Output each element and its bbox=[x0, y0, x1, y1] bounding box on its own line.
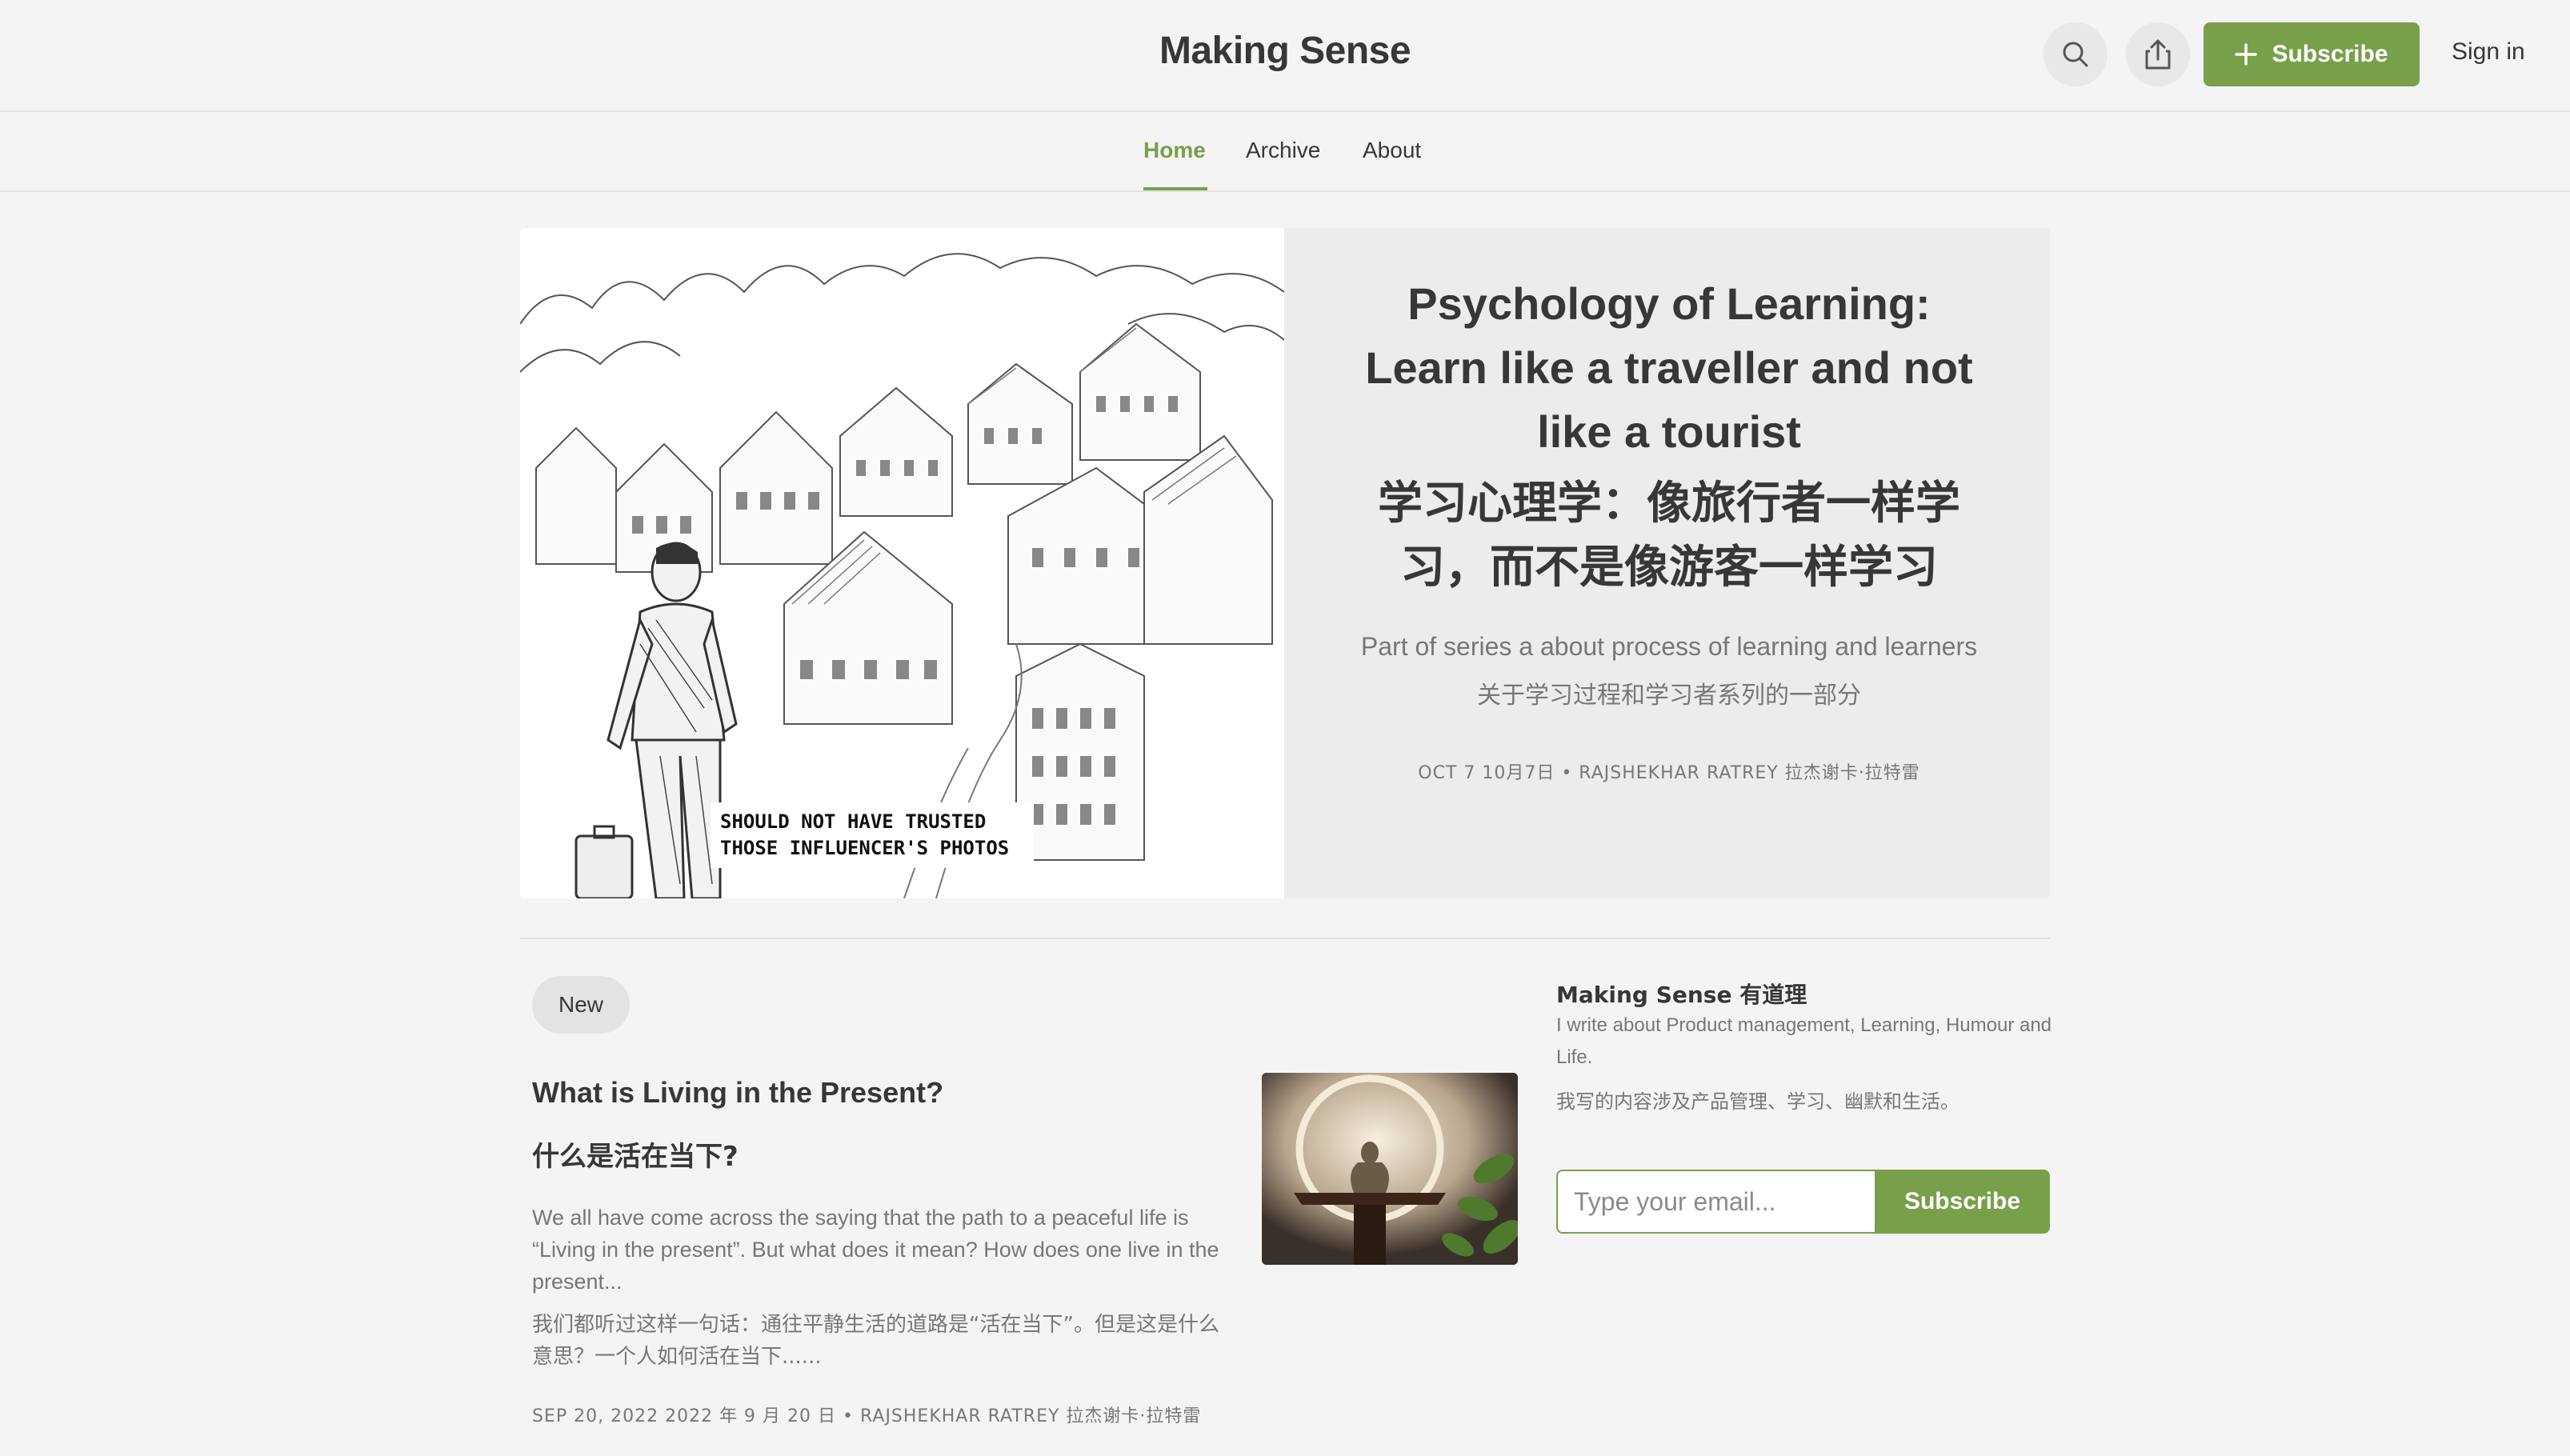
featured-post-subtitle: Part of series a about process of learni… bbox=[1360, 632, 1978, 661]
tab-archive[interactable]: Archive bbox=[1246, 138, 1320, 163]
search-button[interactable] bbox=[2044, 22, 2108, 86]
sidebar-subscribe-button[interactable]: Subscribe bbox=[1875, 1170, 2050, 1234]
post-title-zh[interactable]: 什么是活在当下? bbox=[532, 1134, 739, 1174]
share-button[interactable] bbox=[2126, 22, 2190, 86]
hero-caption-line-2: THOSE INFLUENCER'S PHOTOS bbox=[720, 837, 1010, 859]
hero-caption-line-1: SHOULD NOT HAVE TRUSTED bbox=[720, 810, 987, 833]
search-icon bbox=[2063, 42, 2088, 67]
active-tab-indicator bbox=[1143, 187, 1207, 190]
new-filter-pill[interactable]: New bbox=[532, 976, 630, 1034]
featured-post-title[interactable]: Psychology of Learning: Learn like a tra… bbox=[1341, 272, 1997, 464]
tab-home[interactable]: Home bbox=[1143, 138, 1206, 163]
top-bar: Making Sense Subscribe Sign in bbox=[0, 0, 2570, 112]
share-icon bbox=[2145, 39, 2171, 70]
featured-post-text: Psychology of Learning: Learn like a tra… bbox=[1288, 272, 2050, 784]
featured-post[interactable]: SHOULD NOT HAVE TRUSTED THOSE INFLUENCER… bbox=[520, 228, 2050, 898]
tab-about[interactable]: About bbox=[1363, 138, 1421, 163]
post-title[interactable]: What is Living in the Present? bbox=[532, 1076, 943, 1110]
publication-description: I write about Product management, Learni… bbox=[1556, 1014, 2052, 1068]
nav-bar: Home Archive About bbox=[0, 112, 2570, 192]
subscribe-button[interactable]: Subscribe bbox=[2204, 22, 2420, 86]
buddha-lamp-image bbox=[1262, 1073, 1518, 1265]
publication-title: Making Sense 有道理 bbox=[1556, 982, 1807, 1008]
subscribe-button-label: Subscribe bbox=[2272, 41, 2388, 67]
post-excerpt: We all have come across the saying that … bbox=[532, 1206, 1219, 1294]
plus-icon bbox=[2235, 43, 2258, 66]
email-input[interactable] bbox=[1556, 1170, 1875, 1234]
hero-image-caption: SHOULD NOT HAVE TRUSTED THOSE INFLUENCER… bbox=[711, 802, 1034, 868]
post-meta: SEP 20, 2022 2022 年 9 月 20 日 • RAJSHEKHA… bbox=[532, 1406, 1202, 1426]
featured-post-meta: OCT 7 10月7日 • RAJSHEKHAR RATREY 拉杰谢卡·拉特雷 bbox=[1418, 763, 1920, 783]
section-divider bbox=[520, 938, 2050, 939]
sketch-illustration bbox=[520, 228, 1285, 898]
featured-post-title-zh[interactable]: 学习心理学：像旅行者一样学习，而不是像游客一样学习 bbox=[1341, 472, 1997, 600]
sign-in-link[interactable]: Sign in bbox=[2452, 38, 2525, 66]
featured-post-image[interactable]: SHOULD NOT HAVE TRUSTED THOSE INFLUENCER… bbox=[520, 228, 1285, 898]
post-thumbnail[interactable] bbox=[1262, 1073, 1518, 1265]
publication-description-zh: 我写的内容涉及产品管理、学习、幽默和生活。 bbox=[1556, 1090, 1960, 1113]
post-excerpt-zh: 我们都听过这样一句话：通往平静生活的道路是“活在当下”。但是这是什么意思？一个人… bbox=[532, 1313, 1219, 1369]
featured-post-subtitle-zh: 关于学习过程和学习者系列的一部分 bbox=[1477, 682, 1861, 710]
